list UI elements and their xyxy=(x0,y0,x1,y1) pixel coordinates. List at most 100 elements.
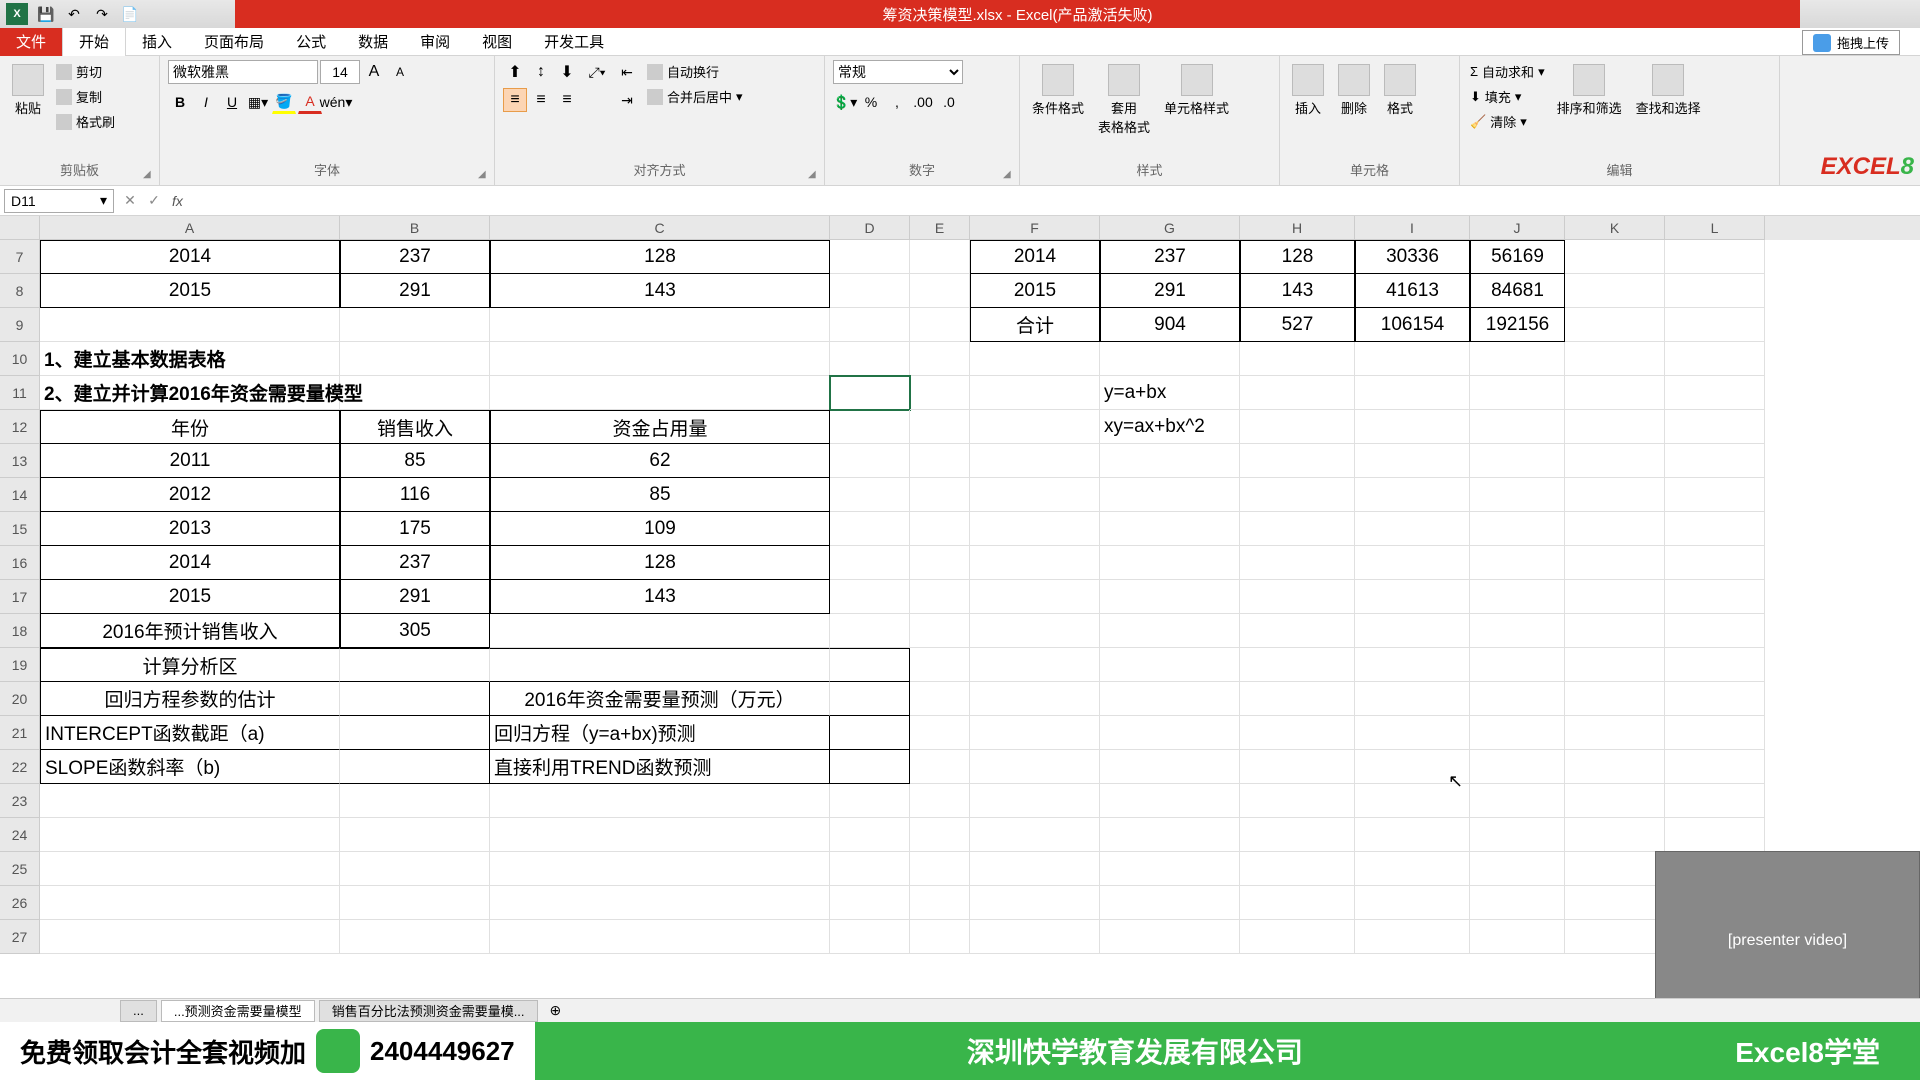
cell-B23[interactable] xyxy=(340,784,490,818)
cell-C9[interactable] xyxy=(490,308,830,342)
cell-E8[interactable] xyxy=(910,274,970,308)
tab-view[interactable]: 视图 xyxy=(466,28,528,56)
cell-I18[interactable] xyxy=(1355,614,1470,648)
cell-L13[interactable] xyxy=(1665,444,1765,478)
cell-E17[interactable] xyxy=(910,580,970,614)
cell-J10[interactable] xyxy=(1470,342,1565,376)
cell-E15[interactable] xyxy=(910,512,970,546)
cell-L14[interactable] xyxy=(1665,478,1765,512)
cell-D12[interactable] xyxy=(830,410,910,444)
cell-G24[interactable] xyxy=(1100,818,1240,852)
row-header-7[interactable]: 7 xyxy=(0,240,40,274)
number-launcher-icon[interactable]: ◢ xyxy=(1003,169,1017,183)
cell-K26[interactable] xyxy=(1565,886,1665,920)
cell-G26[interactable] xyxy=(1100,886,1240,920)
bold-button[interactable]: B xyxy=(168,90,192,114)
col-header-H[interactable]: H xyxy=(1240,216,1355,240)
cell-K22[interactable] xyxy=(1565,750,1665,784)
cell-B18[interactable]: 305 xyxy=(340,614,490,648)
cell-B20[interactable] xyxy=(340,682,490,716)
row-header-24[interactable]: 24 xyxy=(0,818,40,852)
cell-K17[interactable] xyxy=(1565,580,1665,614)
align-launcher-icon[interactable]: ◢ xyxy=(808,169,822,183)
spreadsheet-grid[interactable]: A B C D E F G H I J K L 7201423712820142… xyxy=(0,216,1920,1018)
cell-A22[interactable]: SLOPE函数斜率（b) xyxy=(40,750,340,784)
cell-D26[interactable] xyxy=(830,886,910,920)
cell-E11[interactable] xyxy=(910,376,970,410)
cell-F26[interactable] xyxy=(970,886,1100,920)
row-header-15[interactable]: 15 xyxy=(0,512,40,546)
cell-F22[interactable] xyxy=(970,750,1100,784)
font-launcher-icon[interactable]: ◢ xyxy=(478,169,492,183)
cell-E27[interactable] xyxy=(910,920,970,954)
col-header-K[interactable]: K xyxy=(1565,216,1665,240)
wrap-button[interactable]: 自动换行 xyxy=(645,60,745,83)
cell-J15[interactable] xyxy=(1470,512,1565,546)
cell-D9[interactable] xyxy=(830,308,910,342)
cell-E10[interactable] xyxy=(910,342,970,376)
cell-B26[interactable] xyxy=(340,886,490,920)
cell-H9[interactable]: 527 xyxy=(1240,308,1355,342)
cell-F17[interactable] xyxy=(970,580,1100,614)
cell-B14[interactable]: 116 xyxy=(340,478,490,512)
inc-decimal-button[interactable]: .00 xyxy=(911,90,935,114)
cell-D7[interactable] xyxy=(830,240,910,274)
cell-D10[interactable] xyxy=(830,342,910,376)
col-header-F[interactable]: F xyxy=(970,216,1100,240)
redo-icon[interactable]: ↷ xyxy=(92,4,112,24)
cell-E23[interactable] xyxy=(910,784,970,818)
save-icon[interactable]: 💾 xyxy=(36,4,56,24)
cond-format-button[interactable]: 条件格式 xyxy=(1028,60,1088,121)
paste-button[interactable]: 粘贴 xyxy=(8,60,48,121)
cell-B7[interactable]: 237 xyxy=(340,240,490,274)
cell-B17[interactable]: 291 xyxy=(340,580,490,614)
cell-I19[interactable] xyxy=(1355,648,1470,682)
cell-H7[interactable]: 128 xyxy=(1240,240,1355,274)
tab-data[interactable]: 数据 xyxy=(342,28,404,56)
font-color-button[interactable]: A xyxy=(298,90,322,114)
upload-button[interactable]: 拖拽上传 xyxy=(1802,30,1900,55)
cell-H11[interactable] xyxy=(1240,376,1355,410)
cell-C18[interactable] xyxy=(490,614,830,648)
cell-F18[interactable] xyxy=(970,614,1100,648)
cell-K25[interactable] xyxy=(1565,852,1665,886)
cell-B21[interactable] xyxy=(340,716,490,750)
cell-H19[interactable] xyxy=(1240,648,1355,682)
insert-cell-button[interactable]: 插入 xyxy=(1288,60,1328,121)
cell-C16[interactable]: 128 xyxy=(490,546,830,580)
cell-A27[interactable] xyxy=(40,920,340,954)
cell-C25[interactable] xyxy=(490,852,830,886)
format-cell-button[interactable]: 格式 xyxy=(1380,60,1420,121)
fill-button[interactable]: ⬇ 填充 ▾ xyxy=(1468,85,1547,108)
grow-font-button[interactable]: A xyxy=(362,60,386,84)
cell-C26[interactable] xyxy=(490,886,830,920)
cell-F27[interactable] xyxy=(970,920,1100,954)
cell-L7[interactable] xyxy=(1665,240,1765,274)
cell-D14[interactable] xyxy=(830,478,910,512)
cell-L11[interactable] xyxy=(1665,376,1765,410)
cell-J14[interactable] xyxy=(1470,478,1565,512)
cell-C15[interactable]: 109 xyxy=(490,512,830,546)
cell-B13[interactable]: 85 xyxy=(340,444,490,478)
cell-E20[interactable] xyxy=(910,682,970,716)
cell-A7[interactable]: 2014 xyxy=(40,240,340,274)
cell-I17[interactable] xyxy=(1355,580,1470,614)
cell-L19[interactable] xyxy=(1665,648,1765,682)
cell-I25[interactable] xyxy=(1355,852,1470,886)
cell-J12[interactable] xyxy=(1470,410,1565,444)
formula-input[interactable] xyxy=(189,189,1920,213)
cell-F23[interactable] xyxy=(970,784,1100,818)
cell-H25[interactable] xyxy=(1240,852,1355,886)
cell-H13[interactable] xyxy=(1240,444,1355,478)
cell-A15[interactable]: 2013 xyxy=(40,512,340,546)
cut-button[interactable]: 剪切 xyxy=(54,60,117,83)
cell-L15[interactable] xyxy=(1665,512,1765,546)
row-header-20[interactable]: 20 xyxy=(0,682,40,716)
cell-G16[interactable] xyxy=(1100,546,1240,580)
cell-A14[interactable]: 2012 xyxy=(40,478,340,512)
cell-K11[interactable] xyxy=(1565,376,1665,410)
cell-F14[interactable] xyxy=(970,478,1100,512)
cell-F21[interactable] xyxy=(970,716,1100,750)
cell-K9[interactable] xyxy=(1565,308,1665,342)
cell-G15[interactable] xyxy=(1100,512,1240,546)
